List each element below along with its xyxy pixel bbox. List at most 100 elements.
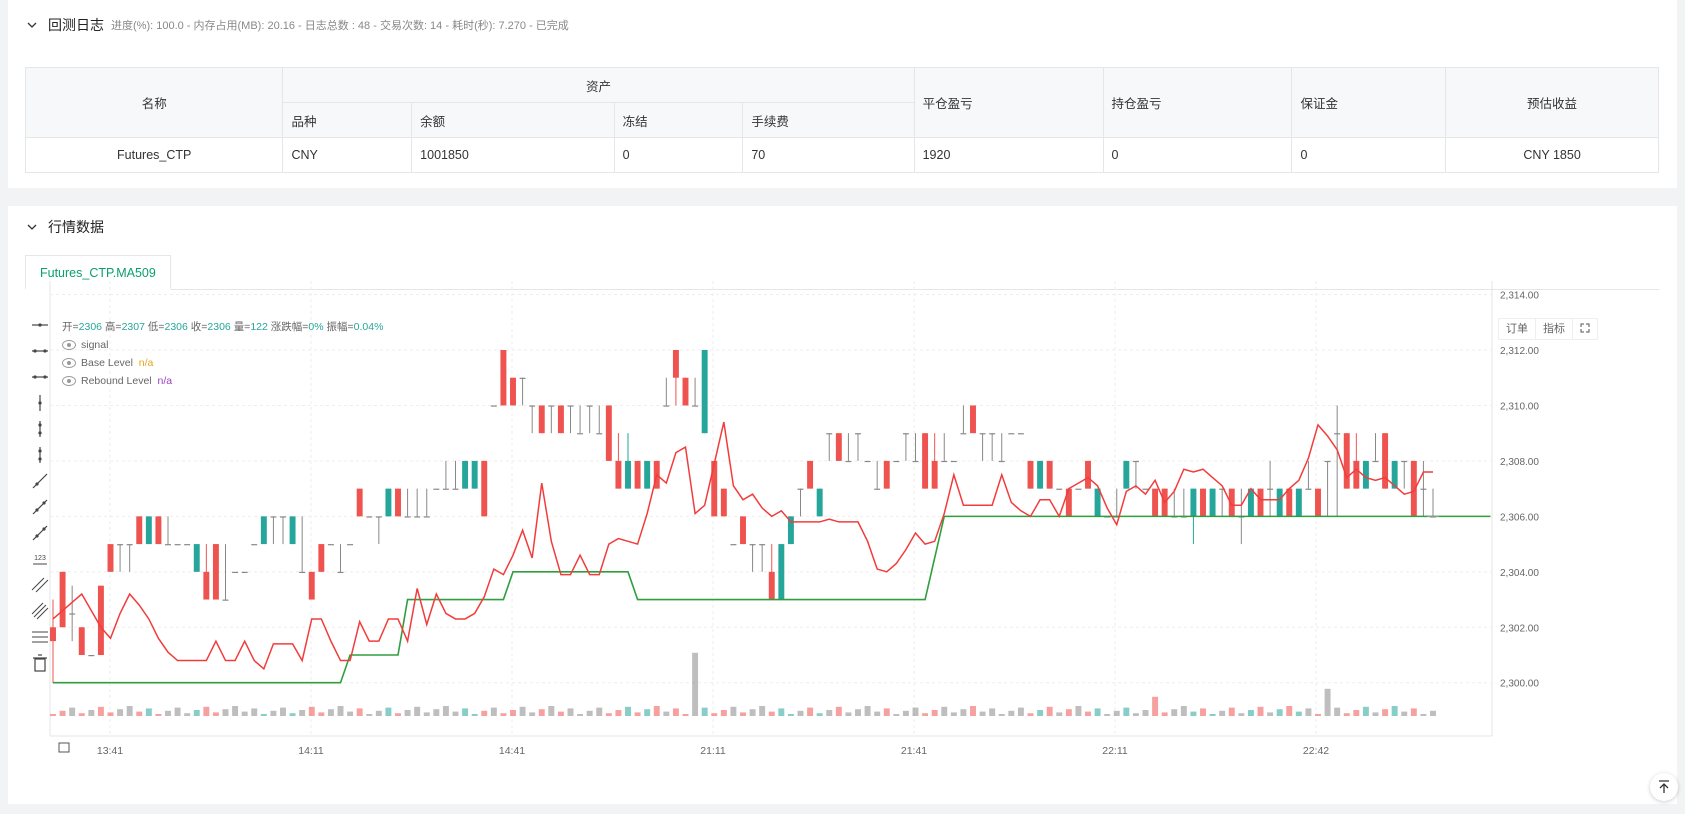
price-label-icon[interactable]: 123: [29, 548, 51, 570]
volume-bar: [404, 710, 411, 716]
candle-body: [1401, 460, 1408, 463]
vertical-segment-icon[interactable]: [29, 444, 51, 466]
candle-body: [778, 544, 785, 600]
volume-bar: [500, 713, 507, 716]
table-row: Futures_CTP CNY 1001850 0 70 1920 0 0 CN…: [24, 137, 1659, 173]
volume-bar: [845, 712, 852, 716]
candle-body: [1142, 488, 1149, 490]
indicators-button[interactable]: 指标: [1536, 319, 1573, 339]
calendar-icon[interactable]: [58, 742, 70, 753]
candle-body: [212, 544, 219, 600]
candle-body: [874, 488, 881, 490]
eye-icon[interactable]: [62, 340, 76, 350]
cell-fee: 70: [742, 137, 915, 173]
volume-bar: [1123, 707, 1130, 716]
volume-bar: [1410, 708, 1417, 716]
volume-bar: [1017, 707, 1024, 716]
volume-bar: [442, 706, 449, 716]
volume-bar: [165, 710, 171, 716]
volume-bar: [97, 706, 104, 716]
legend-rebound-level[interactable]: Rebound Level n/a: [62, 372, 383, 390]
candle-body: [596, 433, 603, 435]
volume-bar: [922, 713, 929, 716]
candle-body: [797, 488, 804, 490]
volume-bar: [950, 712, 957, 716]
candle-body: [577, 433, 584, 435]
horizontal-segment-icon[interactable]: [29, 366, 51, 388]
chg-label: 涨跌幅=: [270, 321, 309, 333]
y-tick-label: 2,304.00: [1500, 568, 1539, 579]
col-name: 名称: [24, 67, 284, 138]
volume-bar: [117, 709, 124, 716]
legend-signal-label: signal: [81, 339, 109, 351]
candle-body: [97, 585, 104, 655]
volume-bar: [299, 710, 306, 716]
volume-bar: [653, 706, 660, 716]
horizontal-ray-icon[interactable]: [29, 340, 51, 362]
scroll-to-top-button[interactable]: [1650, 773, 1678, 801]
candle-body: [625, 460, 631, 489]
volume-bar: [155, 714, 162, 716]
volume-bar: [375, 710, 382, 716]
trash-icon[interactable]: [29, 652, 51, 674]
candle-body: [500, 350, 507, 406]
orders-button[interactable]: 订单: [1499, 319, 1536, 339]
y-tick-label: 2,312.00: [1500, 346, 1539, 357]
candle-body: [260, 516, 267, 545]
volume-bar: [596, 707, 603, 716]
segment-icon[interactable]: [29, 522, 51, 544]
candle-body: [1132, 460, 1139, 463]
volume-bar: [327, 709, 334, 716]
horizontal-line-icon[interactable]: [29, 314, 51, 336]
candle-body: [1152, 488, 1159, 517]
candle-body: [835, 433, 842, 461]
volume-bar: [232, 706, 239, 716]
amp-label: 振幅=: [326, 321, 354, 333]
candle-body: [1056, 488, 1063, 490]
volume-bar: [883, 708, 890, 716]
chevron-down-icon[interactable]: [26, 19, 38, 31]
volume-bar: [663, 711, 670, 716]
fullscreen-button[interactable]: [1573, 319, 1597, 339]
candlestick-chart[interactable]: 2,314.00 2,312.00 2,310.00 2,308.00 2,306.00…: [8, 206, 1677, 804]
x-tick-label: 13:41: [97, 745, 123, 757]
volume-bar: [864, 706, 871, 716]
fib-icon[interactable]: [29, 600, 51, 622]
candle-body: [740, 516, 746, 545]
volume-bar: [1200, 708, 1206, 716]
log-section-header[interactable]: 回测日志 进度(%): 100.0 - 内存占用(MB): 20.16 - 日志…: [26, 15, 569, 35]
volume-bar: [672, 708, 679, 716]
vertical-ray-icon[interactable]: [29, 418, 51, 440]
volume-bar: [1238, 713, 1245, 716]
ray-line-icon[interactable]: [29, 496, 51, 518]
candle-body: [241, 571, 248, 574]
volume-bar: [931, 710, 938, 716]
candle-body: [931, 460, 938, 489]
eye-icon[interactable]: [62, 358, 76, 368]
volume-bar: [740, 712, 746, 716]
fib-lines-icon[interactable]: [29, 626, 51, 648]
candle-body: [1334, 433, 1341, 435]
candle-body: [337, 571, 344, 574]
col-balance: 余额: [411, 102, 615, 138]
volume-bar: [759, 706, 766, 716]
legend-signal[interactable]: signal: [62, 336, 383, 354]
candle-body: [634, 460, 641, 489]
x-tick-label: 14:41: [499, 745, 525, 757]
vertical-line-icon[interactable]: [29, 392, 51, 414]
y-tick-label: 2,308.00: [1500, 457, 1539, 468]
candle-body: [232, 571, 239, 574]
low-label: 低=: [147, 321, 165, 333]
candle-body: [730, 544, 737, 546]
expand-icon[interactable]: [1580, 323, 1590, 333]
candle-body: [59, 571, 66, 628]
candle-body: [1257, 488, 1264, 517]
trend-line-icon[interactable]: [29, 470, 51, 492]
eye-icon[interactable]: [62, 376, 76, 386]
parallel-channel-icon[interactable]: [29, 574, 51, 596]
candle-body: [423, 516, 430, 518]
candle-body: [126, 544, 133, 546]
cell-pos-pnl: 0: [1102, 137, 1293, 173]
legend-base-level[interactable]: Base Level n/a: [62, 354, 383, 372]
volume-bar: [1056, 712, 1063, 716]
